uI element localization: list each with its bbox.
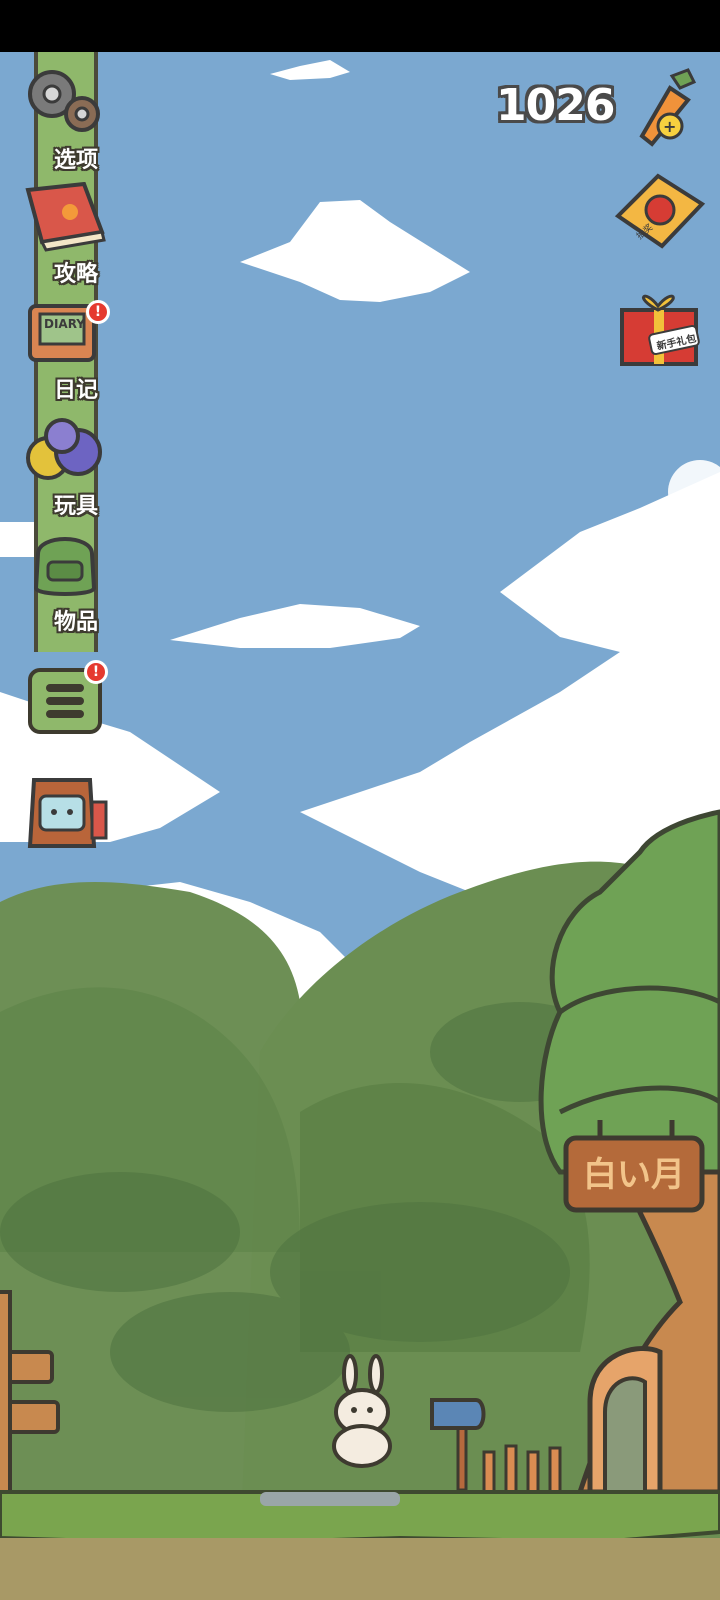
carrot-add-icon: + [639,68,697,147]
gear-icon [28,70,100,132]
lantern-shop-icon [27,778,108,848]
menu-item-guide[interactable]: 攻略 [20,182,110,288]
menu-label-guide: 攻略 [53,262,98,287]
menu-item-options[interactable]: 选项 [20,64,110,174]
svg-text:DIARY: DIARY [44,317,85,331]
menu-label-toys: 玩具 [53,494,98,519]
gift-box-icon: 新手礼包 [620,294,700,366]
gift-box-button[interactable]: 新手礼包 [614,278,708,372]
tree-house-sign-text: 白い月 [583,1155,685,1195]
backpack-icon [33,537,97,596]
tomato-ticket-button[interactable]: 抽奖 [610,170,710,252]
menu-label-items: 物品 [53,610,98,635]
menu-label-diary: 日记 [53,378,98,403]
guide-book-icon [25,182,106,252]
diary-alert-badge: ! [86,300,110,324]
menu-item-toys[interactable]: 玩具 [20,414,110,520]
lantern-shop-button[interactable] [20,762,112,858]
menu-label-options: 选项 [53,148,98,173]
menu-item-items[interactable]: 物品 [20,526,110,636]
status-bar [0,0,720,52]
tree-house-sign: 白い月 [583,1155,685,1195]
tomato-ticket-icon: 抽奖 [614,173,706,249]
carrot-count: 1026 [496,80,615,131]
svg-text:+: + [663,117,676,136]
add-carrot-button[interactable]: + [632,66,704,148]
toy-balls-icon [26,418,102,480]
list-menu-alert-badge: ! [84,660,108,684]
